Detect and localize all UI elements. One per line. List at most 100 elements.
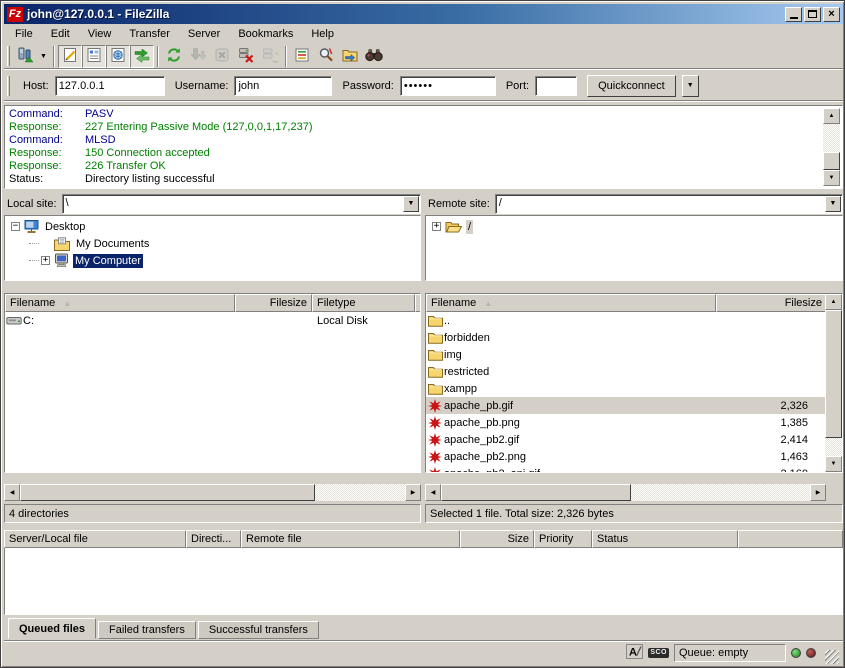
column-header-label: Remote file <box>246 533 302 545</box>
column-header-l[interactable]: L <box>415 294 421 312</box>
toggle-transfer-queue-button[interactable] <box>130 45 154 68</box>
file-row-xampp[interactable]: xampp <box>426 380 825 397</box>
scroll-up-button[interactable]: ▲ <box>825 294 842 310</box>
local-site-dropdown-button[interactable]: ▼ <box>403 196 419 212</box>
toggle-message-log-button[interactable] <box>58 45 82 68</box>
remote-vscrollbar[interactable]: ▲ ▼ <box>825 294 842 472</box>
log-scrollbar[interactable]: ▲ ▼ <box>823 108 840 186</box>
minimize-button[interactable] <box>785 7 802 22</box>
cancel-operation-button[interactable] <box>210 45 234 68</box>
remote-site-dropdown-button[interactable]: ▼ <box>825 196 841 212</box>
tree-item-desktop[interactable]: −Desktop <box>7 218 418 235</box>
message-log-icon <box>62 47 78 66</box>
menu-item-edit[interactable]: Edit <box>42 26 79 42</box>
remote-site-combobox[interactable]: / ▼ <box>495 194 843 214</box>
directory-comparison-button[interactable] <box>314 45 338 68</box>
process-queue-button[interactable] <box>186 45 210 68</box>
refresh-button[interactable] <box>162 45 186 68</box>
log-line-label: Command: <box>7 134 85 147</box>
username-input[interactable] <box>234 76 332 96</box>
column-header-directi[interactable]: Directi... <box>186 530 241 548</box>
column-header-filetype[interactable]: Filetype <box>312 294 415 312</box>
file-row-[interactable]: .. <box>426 312 825 329</box>
local-hscrollbar[interactable]: ◀ ▶ <box>4 484 421 501</box>
tree-item-my-computer[interactable]: +My Computer <box>7 252 418 269</box>
file-row-restricted[interactable]: restricted <box>426 363 825 380</box>
file-row-img[interactable]: img <box>426 346 825 363</box>
scroll-down-button[interactable]: ▼ <box>825 456 842 472</box>
filter-button[interactable] <box>290 45 314 68</box>
tree-item-[interactable]: +/ <box>428 218 840 235</box>
column-header-filename[interactable]: Filename▲ <box>5 294 235 312</box>
remote-file-list: Filename▲Filesize ..forbiddenimgrestrict… <box>425 293 843 473</box>
resize-grip[interactable] <box>825 650 839 664</box>
column-header-priority[interactable]: Priority <box>534 530 592 548</box>
maximize-button[interactable] <box>804 7 821 22</box>
remote-site-label: Remote site: <box>425 198 495 210</box>
tab-queued-files[interactable]: Queued files <box>8 618 96 639</box>
menu-item-transfer[interactable]: Transfer <box>120 26 179 42</box>
title-bar[interactable]: Fz john@127.0.0.1 - FileZilla × <box>4 4 843 24</box>
file-row-apache-pb2-gif[interactable]: apache_pb2.gif2,414 <box>426 431 825 448</box>
local-hscrollbar-thumb[interactable] <box>20 484 315 501</box>
file-row-forbidden[interactable]: forbidden <box>426 329 825 346</box>
menu-item-help[interactable]: Help <box>302 26 343 42</box>
file-row-apache-pb-gif[interactable]: apache_pb.gif2,326 <box>426 397 825 414</box>
column-header-filesize[interactable]: Filesize <box>235 294 312 312</box>
column-header-server-local-file[interactable]: Server/Local file <box>4 530 186 548</box>
scroll-left-button[interactable]: ◀ <box>425 484 441 501</box>
tab-failed-transfers[interactable]: Failed transfers <box>98 621 196 639</box>
scroll-up-button[interactable]: ▲ <box>823 108 840 124</box>
speed-limit-icon[interactable]: SCO <box>648 648 669 658</box>
reconnect-button[interactable] <box>258 45 282 68</box>
remote-hscrollbar-thumb[interactable] <box>441 484 631 501</box>
column-header-size[interactable]: Size <box>460 530 534 548</box>
log-line-text: 227 Entering Passive Mode (127,0,0,1,17,… <box>85 121 312 134</box>
scroll-right-button[interactable]: ▶ <box>405 484 421 501</box>
password-input[interactable] <box>400 76 496 96</box>
menu-item-server[interactable]: Server <box>179 26 229 42</box>
file-row-apache-pb2-png[interactable]: apache_pb2.png1,463 <box>426 448 825 465</box>
remote-hscrollbar[interactable]: ◀ ▶ <box>425 484 826 501</box>
remote-vscrollbar-thumb[interactable] <box>825 310 842 438</box>
file-row-apache-pb2-ani-gif[interactable]: apache_pb2_ani.gif2,160 <box>426 465 825 473</box>
column-header-label: Priority <box>539 533 573 545</box>
menu-item-view[interactable]: View <box>79 26 121 42</box>
tab-successful-transfers[interactable]: Successful transfers <box>198 621 319 639</box>
log-scrollbar-thumb[interactable] <box>823 152 840 170</box>
file-row-c[interactable]: C:Local Disk <box>5 312 420 329</box>
scroll-down-button[interactable]: ▼ <box>823 170 840 186</box>
tree-connector <box>29 243 39 244</box>
toggle-remote-tree-button[interactable] <box>106 45 130 68</box>
transfer-type-icon[interactable]: A <box>626 644 643 662</box>
site-manager-button[interactable] <box>13 45 37 68</box>
menu-item-bookmarks[interactable]: Bookmarks <box>229 26 302 42</box>
disconnect-button[interactable] <box>234 45 258 68</box>
quickconnect-button[interactable]: Quickconnect <box>587 75 676 97</box>
log-line: Status:Directory listing successful <box>7 173 824 186</box>
toggle-local-tree-button[interactable] <box>82 45 106 68</box>
column-header-remote-file[interactable]: Remote file <box>241 530 460 548</box>
local-site-combobox[interactable]: \ ▼ <box>62 194 421 214</box>
site-manager-dropdown-button[interactable]: ▼ <box>37 45 50 68</box>
scroll-left-button[interactable]: ◀ <box>4 484 20 501</box>
file-row-apache-pb-png[interactable]: apache_pb.png1,385 <box>426 414 825 431</box>
expand-icon[interactable]: + <box>432 222 441 231</box>
log-line-text: PASV <box>85 108 114 121</box>
scroll-right-button[interactable]: ▶ <box>810 484 826 501</box>
menu-bar: FileEditViewTransferServerBookmarksHelp <box>4 24 843 43</box>
tree-item-my-documents[interactable]: My Documents <box>7 235 418 252</box>
menu-item-file[interactable]: File <box>6 26 42 42</box>
column-header-filesize[interactable]: Filesize <box>716 294 827 312</box>
collapse-icon[interactable]: − <box>11 222 20 231</box>
port-input[interactable] <box>535 76 577 96</box>
expand-icon[interactable]: + <box>41 256 50 265</box>
column-header-filename[interactable]: Filename▲ <box>426 294 716 312</box>
find-files-button[interactable] <box>362 45 386 68</box>
quickconnect-dropdown-button[interactable]: ▼ <box>682 75 699 97</box>
close-button[interactable]: × <box>823 7 840 22</box>
column-header-status[interactable]: Status <box>592 530 738 548</box>
tree-item-label: / <box>466 220 473 234</box>
synchronized-browsing-button[interactable] <box>338 45 362 68</box>
host-input[interactable] <box>55 76 165 96</box>
